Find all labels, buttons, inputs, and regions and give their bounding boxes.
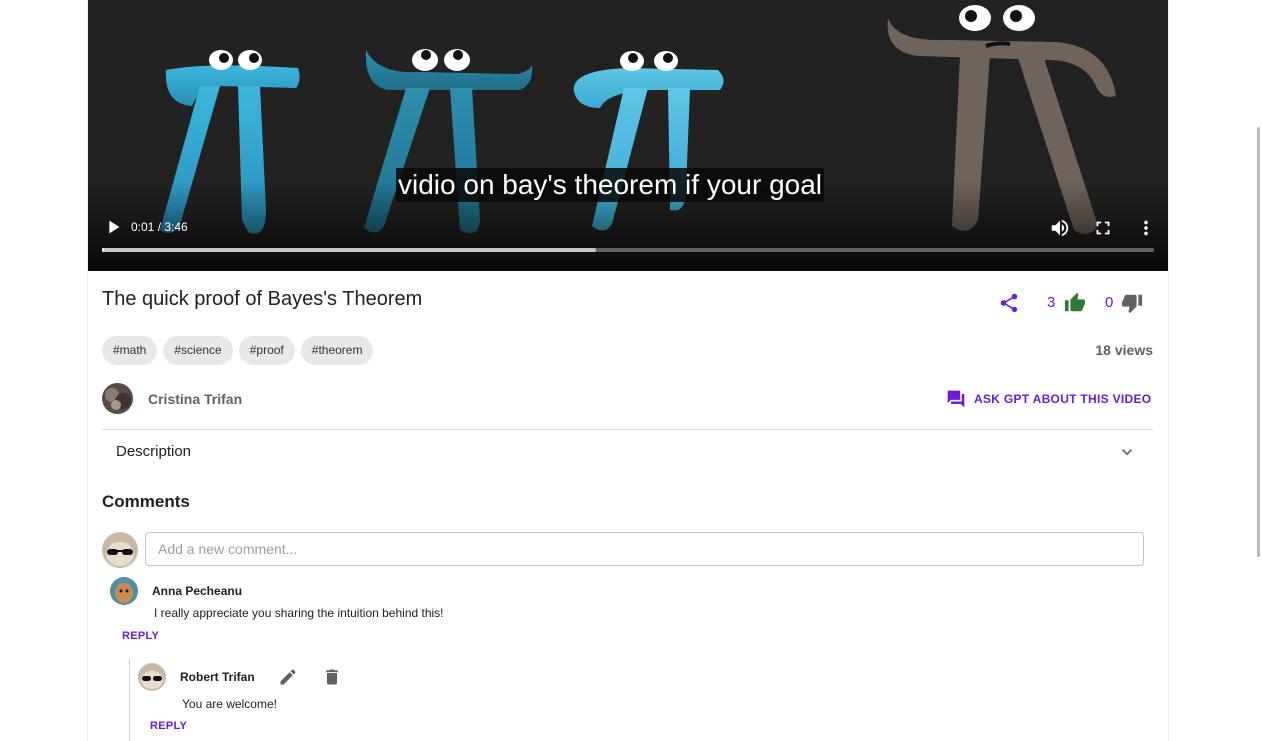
author-name[interactable]: Cristina Trifan	[148, 391, 242, 407]
current-user-avatar	[102, 532, 138, 568]
fullscreen-button[interactable]	[1092, 217, 1114, 239]
page-scrollbar[interactable]	[1257, 127, 1260, 557]
play-icon	[109, 220, 120, 234]
edit-icon	[280, 669, 296, 685]
share-icon	[1000, 293, 1018, 313]
comment-author: Anna Pecheanu	[152, 584, 243, 598]
cat-sunglasses-avatar	[138, 663, 166, 691]
view-count: 18 views	[1095, 342, 1153, 358]
share-button[interactable]	[998, 292, 1020, 314]
buffered-bar	[102, 248, 597, 252]
tag-chip[interactable]: #science	[163, 336, 233, 365]
commenter-avatar	[110, 577, 138, 605]
like-count: 3	[1047, 294, 1056, 311]
tag-list: #math #science #proof #theorem	[102, 336, 374, 365]
tag-chip[interactable]: #math	[102, 336, 158, 365]
more-options-button[interactable]	[1135, 217, 1157, 239]
cat-sunglasses-avatar	[102, 532, 138, 568]
comment-text: I really appreciate you sharing the intu…	[154, 606, 444, 620]
like-button[interactable]	[1064, 292, 1086, 314]
edit-reply-button[interactable]	[278, 667, 298, 687]
description-accordion[interactable]: Description	[102, 430, 1153, 474]
pi-eyes-3	[620, 51, 678, 71]
play-button[interactable]	[102, 216, 124, 238]
video-player[interactable]: vidio on bay's theorem if your goal 0:01…	[88, 0, 1168, 271]
pi-eyes-4	[959, 5, 1035, 48]
chevron-down-icon	[1122, 449, 1132, 456]
tag-chip[interactable]: #theorem	[300, 336, 374, 365]
video-time: 0:01 / 3:46	[131, 220, 188, 234]
ask-gpt-button[interactable]: ASK GPT ABOUT THIS VIDEO	[946, 388, 1151, 410]
volume-button[interactable]	[1049, 217, 1071, 239]
reply-author-avatar	[138, 663, 166, 691]
dislike-count: 0	[1105, 294, 1114, 311]
trash-icon	[326, 669, 338, 685]
video-caption: vidio on bay's theorem if your goal	[396, 168, 825, 202]
volume-icon	[1051, 219, 1069, 237]
video-progress-bar[interactable]	[102, 248, 1154, 252]
dog-avatar	[110, 577, 138, 605]
description-label: Description	[116, 443, 192, 460]
fullscreen-icon	[1096, 221, 1110, 235]
delete-reply-button[interactable]	[322, 667, 342, 687]
reply-text: You are welcome!	[182, 697, 277, 711]
tag-chip[interactable]: #proof	[238, 336, 295, 365]
new-comment-input[interactable]	[145, 532, 1144, 566]
thumb-up-icon	[1064, 292, 1086, 312]
more-vert-icon	[1144, 220, 1148, 236]
comments-heading: Comments	[102, 492, 190, 511]
reply-author: Robert Trifan	[180, 670, 255, 684]
reply-button[interactable]: REPLY	[150, 720, 187, 732]
video-actions: 3 0	[88, 290, 1168, 318]
author-avatar-image	[102, 383, 133, 414]
pi-eyes-2	[412, 49, 470, 71]
reply-button[interactable]: REPLY	[122, 630, 159, 642]
reply-thread-line	[129, 659, 130, 741]
thumb-down-icon	[1121, 294, 1143, 314]
author-avatar[interactable]	[102, 383, 133, 414]
forum-icon	[947, 390, 965, 408]
video-page: vidio on bay's theorem if your goal 0:01…	[88, 0, 1168, 741]
played-bar	[102, 248, 104, 252]
dislike-button[interactable]	[1121, 292, 1143, 314]
ask-gpt-label: ASK GPT ABOUT THIS VIDEO	[974, 392, 1152, 406]
